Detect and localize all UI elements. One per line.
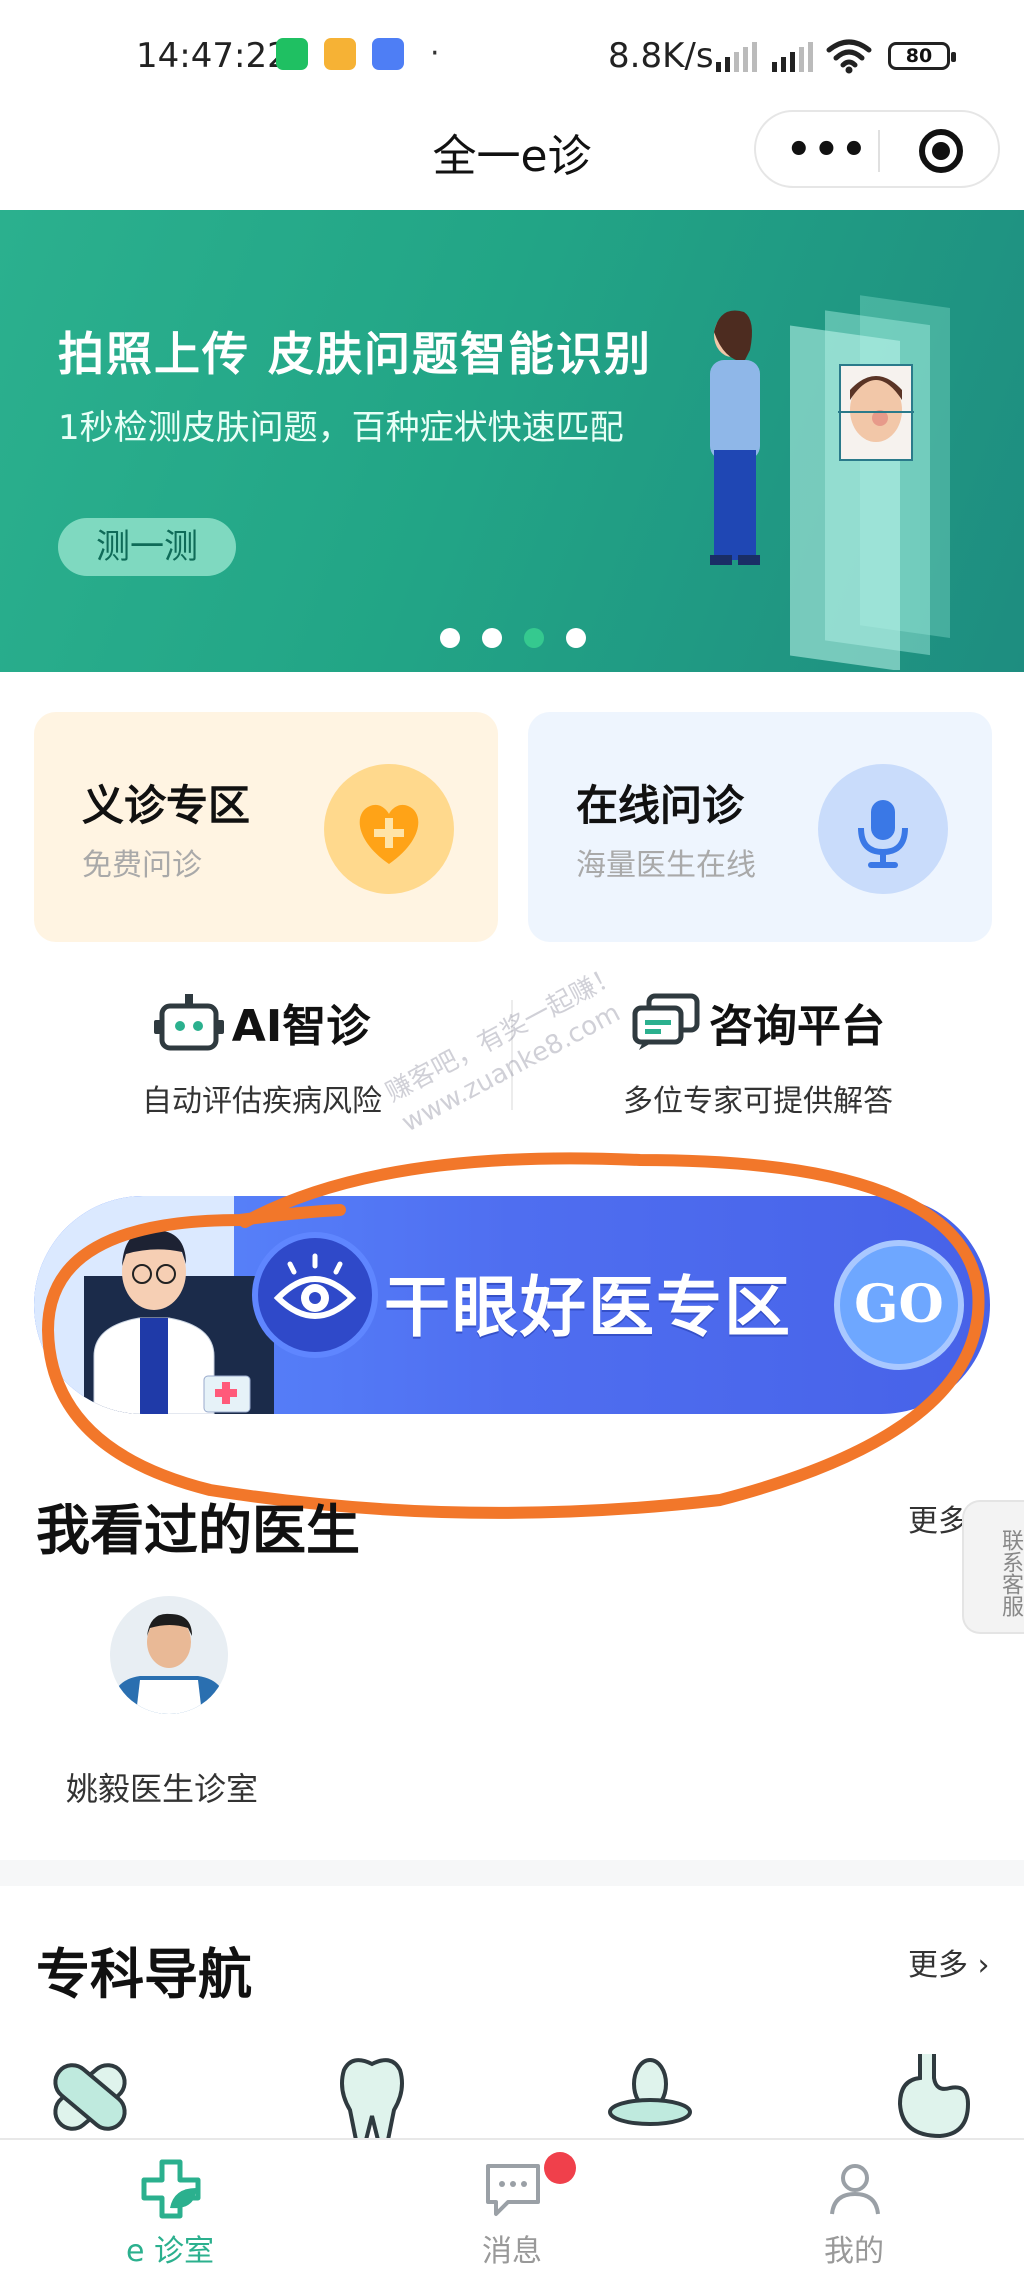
medical-cross-icon: [141, 2159, 201, 2219]
section-separator: [0, 1860, 1024, 1886]
banner-dot-1[interactable]: [440, 628, 460, 648]
banner-dot-3[interactable]: [524, 628, 544, 648]
card-subtitle: 海量医生在线: [576, 848, 756, 883]
go-button[interactable]: GO: [834, 1240, 964, 1370]
banner-dot-4[interactable]: [566, 628, 586, 648]
microphone-icon: [818, 764, 948, 894]
signal-icon: [716, 42, 757, 72]
departments-title: 专科导航: [36, 1943, 252, 2006]
signal-icon-2: [772, 42, 813, 72]
network-speed: 8.8K/s: [608, 36, 714, 76]
user-icon: [830, 2164, 880, 2215]
recent-doctors-title: 我看过的医生: [36, 1499, 360, 1562]
wechat-icon: [276, 38, 308, 70]
wifi-icon: [826, 39, 872, 74]
status-time: 14:47:22: [136, 36, 289, 76]
bottom-tab-bar: e 诊室 消息 我的: [0, 2138, 1024, 2276]
promo-banner[interactable]: 拍照上传 皮肤问题智能识别 1秒检测皮肤问题，百种症状快速匹配 测一测: [0, 210, 1024, 672]
tooth-icon[interactable]: [322, 2050, 422, 2140]
tab-label: 我的: [824, 2234, 884, 2269]
banner-title: 拍照上传 皮肤问题智能识别: [58, 327, 653, 381]
bandage-icon[interactable]: [40, 2050, 140, 2140]
doctor-avatar[interactable]: [110, 1596, 228, 1714]
free-consultation-card[interactable]: 义诊专区 免费问诊: [34, 712, 498, 942]
pacifier-icon[interactable]: [600, 2050, 700, 2140]
chevron-right-icon: ›: [968, 1948, 990, 1983]
tab-label: e 诊室: [126, 2234, 214, 2269]
card-title: 在线问诊: [576, 781, 745, 830]
card-title: 义诊专区: [82, 781, 251, 830]
eye-icon: [252, 1232, 378, 1358]
departments-more-link[interactable]: 更多 ›: [908, 1940, 990, 1984]
dry-eye-zone-banner[interactable]: 干眼好医专区 GO: [34, 1196, 990, 1414]
nav-bar: 全一e诊 •••: [0, 110, 1024, 210]
close-mini-program-button[interactable]: [919, 129, 963, 173]
tab-profile[interactable]: 我的: [734, 2140, 974, 2278]
status-more-dot: ·: [430, 36, 440, 71]
capsule-divider: [878, 130, 880, 172]
doctor-name[interactable]: 姚毅医生诊室: [66, 1764, 258, 1810]
online-consultation-card[interactable]: 在线问诊 海量医生在线: [528, 712, 992, 942]
feature-title: 咨询平台: [709, 1001, 885, 1052]
feature-subtitle: 多位专家可提供解答: [623, 1084, 893, 1119]
test-button[interactable]: 测一测: [58, 518, 236, 576]
recent-doctors-more-link[interactable]: 更多: [908, 1496, 968, 1540]
tab-label: 消息: [482, 2234, 542, 2269]
card-subtitle: 免费问诊: [82, 848, 202, 883]
dry-eye-zone-title: 干眼好医专区: [384, 1269, 792, 1346]
feature-title: AI智诊: [231, 1001, 371, 1052]
tab-messages[interactable]: 消息: [392, 2140, 632, 2278]
robot-icon: [153, 994, 224, 1051]
stomach-icon[interactable]: [880, 2050, 980, 2140]
skin-scan-illustration: [710, 295, 950, 670]
more-options-button[interactable]: •••: [786, 130, 869, 170]
tab-e-clinic[interactable]: e 诊室: [50, 2140, 290, 2278]
chat-bubbles-icon: [632, 993, 700, 1050]
departments-more-label: 更多: [908, 1948, 968, 1983]
unread-badge: [544, 2152, 576, 2184]
mini-program-capsule: •••: [754, 110, 1000, 188]
files-app-icon: [324, 38, 356, 70]
banner-subtitle: 1秒检测皮肤问题，百种症状快速匹配: [58, 408, 624, 448]
status-bar: 14:47:22 · 8.8K/s 80: [0, 0, 1024, 110]
battery-indicator: 80: [888, 42, 956, 70]
banner-dot-2[interactable]: [482, 628, 502, 648]
heart-plus-icon: [324, 764, 454, 894]
contact-service-button[interactable]: 联系客服: [962, 1500, 1024, 1634]
message-icon: [486, 2164, 540, 2216]
app-notification-icon: [372, 38, 404, 70]
feature-heading: AI智诊: [22, 990, 502, 1054]
doctor-illustration: [84, 1229, 274, 1414]
